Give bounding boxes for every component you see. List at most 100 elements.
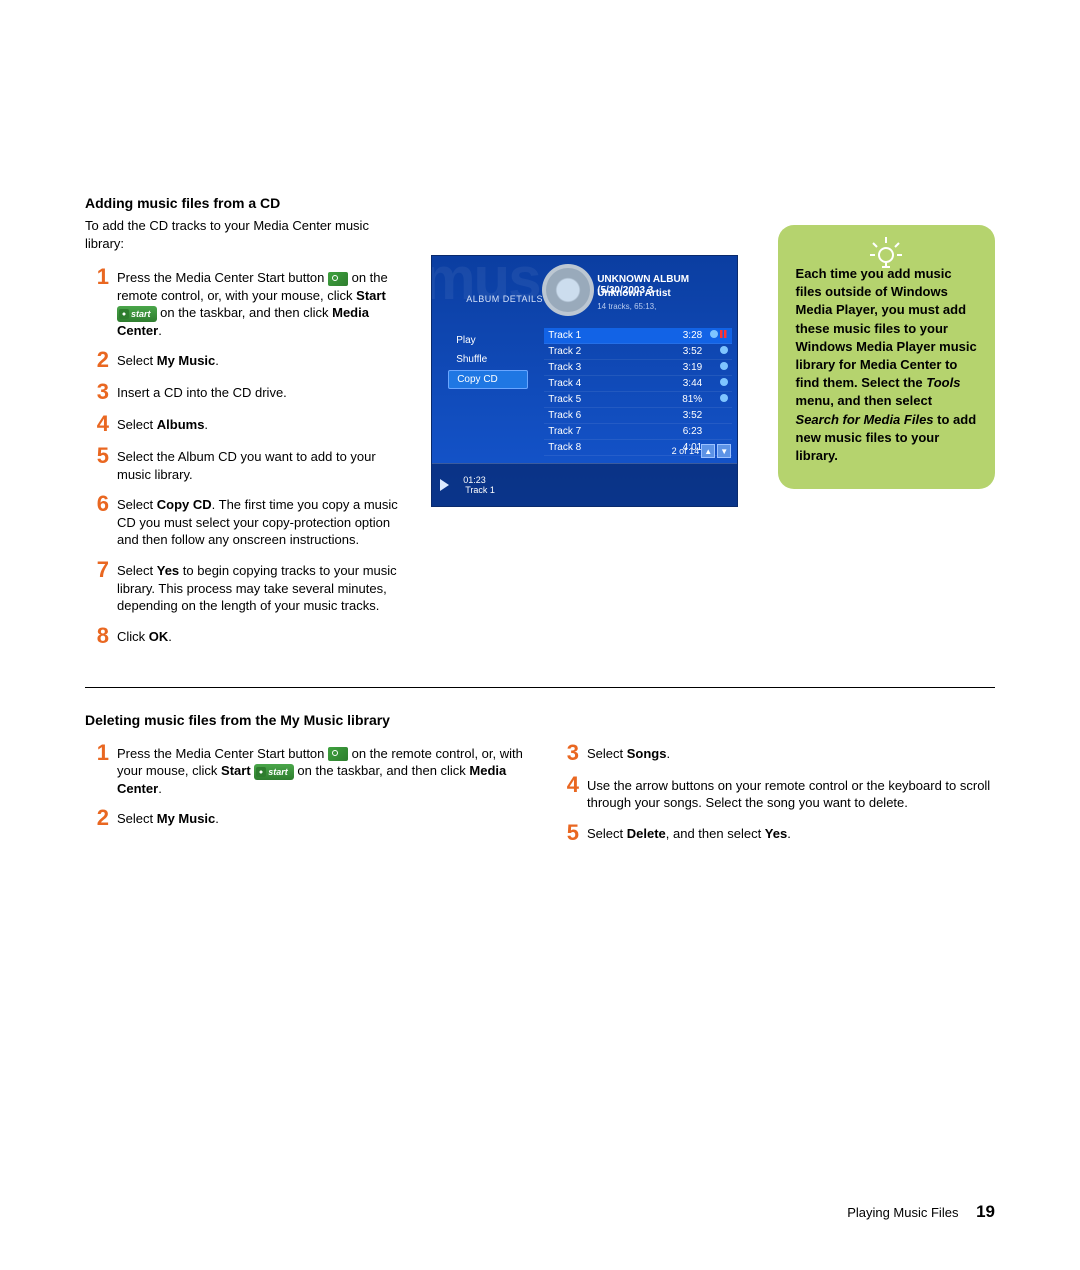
track-row[interactable]: Track 33:19 — [544, 360, 732, 376]
step-number: 8 — [85, 625, 109, 647]
step-number: 1 — [85, 742, 109, 764]
start-button-icon: start — [117, 306, 157, 322]
track-name: Track 7 — [548, 426, 672, 437]
track-row[interactable]: Track 43:44 — [544, 376, 732, 392]
step-body: Select Songs. — [587, 742, 995, 763]
step-body: Select Albums. — [117, 413, 411, 434]
screenshot-left-menu: Play Shuffle Copy CD — [448, 332, 528, 391]
album-artist: Unknown Artist — [597, 288, 671, 299]
track-status-icons — [706, 378, 728, 389]
track-row[interactable]: Track 76:23 — [544, 424, 732, 440]
step-number: 5 — [555, 822, 579, 844]
step-item: 4 Select Albums. — [85, 413, 411, 435]
section2-right-steps: 3Select Songs.4Use the arrow buttons on … — [555, 742, 995, 844]
checkmark-icon — [720, 394, 728, 402]
menu-play[interactable]: Play — [448, 332, 528, 349]
step-number: 4 — [85, 413, 109, 435]
step-item: 4 Use the arrow buttons on your remote co… — [555, 774, 995, 812]
step-body: Use the arrow buttons on your remote con… — [587, 774, 995, 812]
track-status-icons — [706, 330, 728, 341]
track-row[interactable]: Track 63:52 — [544, 408, 732, 424]
step-number: 1 — [85, 266, 109, 288]
step-body: Select Copy CD. The first time you copy … — [117, 493, 411, 549]
step-item: 8 Click OK. — [85, 625, 411, 647]
step-body: Select the Album CD you want to add to y… — [117, 445, 411, 483]
pager-up-button[interactable]: ▲ — [701, 444, 715, 458]
step-item: 3Insert a CD into the CD drive. — [85, 381, 411, 403]
section-divider — [85, 687, 995, 688]
equalizer-icon — [720, 330, 728, 338]
track-time: 3:19 — [672, 362, 702, 373]
step-body: Press the Media Center Start button on t… — [117, 266, 411, 339]
section1-screenshot-column: mus ALBUM DETAILS UNKNOWN ALBUM (5/30/20… — [431, 195, 747, 657]
media-center-icon — [328, 747, 348, 761]
track-list: Track 13:28Track 23:52Track 33:19Track 4… — [544, 328, 732, 456]
checkmark-icon — [720, 346, 728, 354]
track-name: Track 2 — [548, 346, 672, 357]
footer-time: 01:23 — [463, 475, 495, 485]
track-row[interactable]: Track 13:28 — [544, 328, 732, 344]
step-number: 7 — [85, 559, 109, 581]
checkmark-icon — [720, 362, 728, 370]
track-name: Track 8 — [548, 442, 672, 453]
lightbulb-icon — [867, 235, 905, 269]
step-body: Press the Media Center Start button on t… — [117, 742, 525, 798]
track-row[interactable]: Track 23:52 — [544, 344, 732, 360]
step-number: 2 — [85, 807, 109, 829]
screenshot-footer: 01:23 Track 1 — [432, 463, 737, 506]
track-time: 3:44 — [672, 378, 702, 389]
step-item: 1 Press the Media Center Start button on … — [85, 742, 525, 798]
menu-copy-cd[interactable]: Copy CD — [448, 370, 528, 389]
tip-italic-2: Search for Media Files — [796, 412, 934, 427]
menu-shuffle[interactable]: Shuffle — [448, 351, 528, 368]
footer-section-name: Playing Music Files — [847, 1205, 958, 1220]
track-time: 3:52 — [672, 410, 702, 421]
track-status-icons — [706, 426, 728, 437]
track-row[interactable]: Track 581% — [544, 392, 732, 408]
step-number: 6 — [85, 493, 109, 515]
section1-text-column: Adding music files from a CD To add the … — [85, 195, 411, 657]
media-center-screenshot: mus ALBUM DETAILS UNKNOWN ALBUM (5/30/20… — [431, 255, 738, 507]
track-status-icons — [706, 410, 728, 421]
tip-box: Each time you add music files outside of… — [778, 225, 995, 489]
section2-title: Deleting music files from the My Music l… — [85, 712, 995, 728]
tip-italic-1: Tools — [926, 375, 960, 390]
play-icon[interactable] — [440, 479, 449, 491]
track-status-icons — [706, 362, 728, 373]
track-name: Track 4 — [548, 378, 672, 389]
step-item: 1 Press the Media Center Start button on … — [85, 266, 411, 339]
step-item: 7Select Yes to begin copying tracks to y… — [85, 559, 411, 615]
step-number: 5 — [85, 445, 109, 467]
album-meta: 14 tracks, 65:13, — [597, 302, 656, 311]
step-number: 2 — [85, 349, 109, 371]
step-item: 2 Select My Music. — [85, 349, 411, 371]
screenshot-bg-word: mus — [431, 255, 539, 313]
section1-steps: 1 Press the Media Center Start button on … — [85, 266, 411, 647]
track-time: 81% — [672, 394, 702, 405]
tip-text-2: menu, and then select — [796, 393, 933, 408]
checkmark-icon — [720, 378, 728, 386]
step-body: Select My Music. — [117, 349, 411, 370]
cd-icon — [542, 264, 594, 316]
media-center-icon — [328, 272, 348, 286]
step-body: Click OK. — [117, 625, 411, 646]
footer-page-number: 19 — [976, 1202, 995, 1221]
pager-down-button[interactable]: ▼ — [717, 444, 731, 458]
track-name: Track 6 — [548, 410, 672, 421]
page-footer: Playing Music Files 19 — [847, 1202, 995, 1222]
track-name: Track 3 — [548, 362, 672, 373]
step-body: Insert a CD into the CD drive. — [117, 381, 411, 402]
step-item: 5Select Delete, and then select Yes. — [555, 822, 995, 844]
track-status-icons — [706, 346, 728, 357]
start-button-icon: start — [254, 764, 294, 780]
step-item: 6 Select Copy CD. The first time you copy… — [85, 493, 411, 549]
footer-track: Track 1 — [465, 485, 495, 495]
track-name: Track 5 — [548, 394, 672, 405]
album-details-label: ALBUM DETAILS — [466, 294, 543, 304]
checkmark-icon — [710, 330, 718, 338]
step-number: 4 — [555, 774, 579, 796]
tip-column: Each time you add music files outside of… — [778, 195, 995, 657]
track-name: Track 1 — [548, 330, 672, 341]
section-adding-music: Adding music files from a CD To add the … — [85, 195, 995, 657]
track-time: 6:23 — [672, 426, 702, 437]
